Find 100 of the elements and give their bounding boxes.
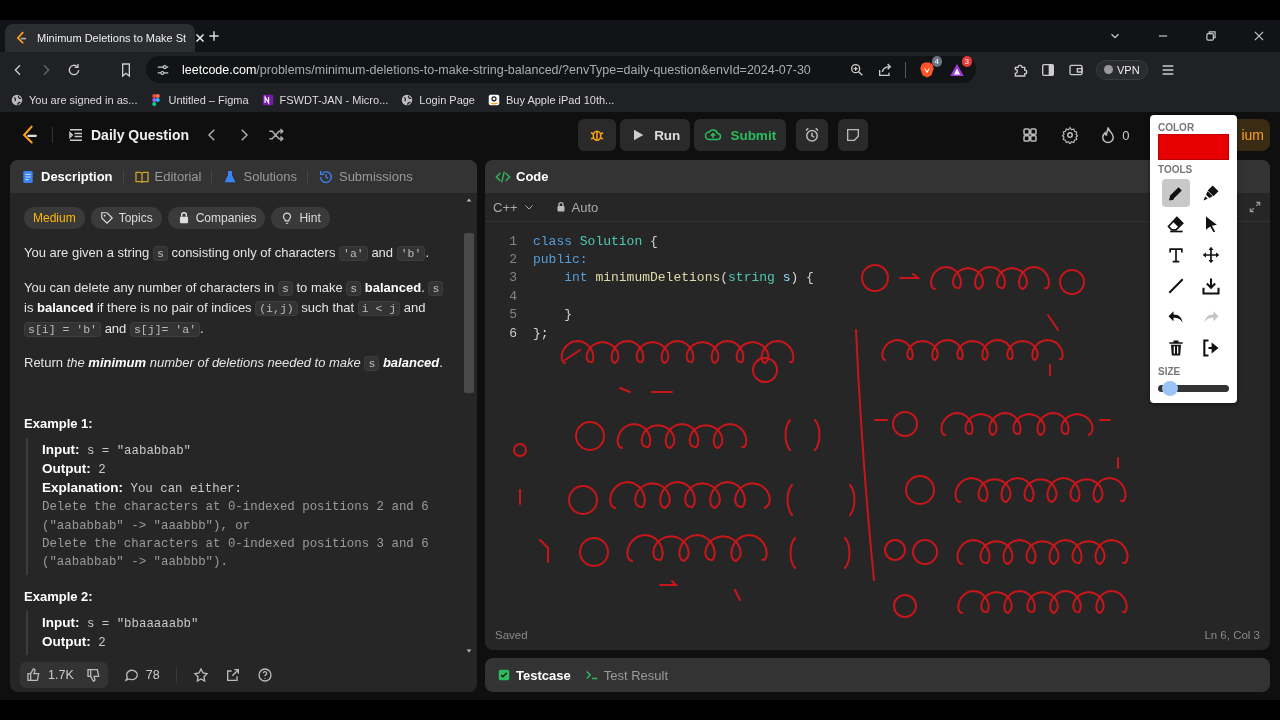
panel-tab[interactable]: Submissions xyxy=(317,168,413,185)
line-icon xyxy=(1166,276,1186,296)
notification-badge: 4 xyxy=(931,55,942,67)
code-line: public: xyxy=(533,252,588,268)
tag-button[interactable]: Companies xyxy=(167,207,266,229)
close-icon[interactable] xyxy=(1252,29,1266,43)
expand-icon[interactable] xyxy=(1248,200,1262,214)
code-tab[interactable]: Code xyxy=(495,168,549,185)
scroll-up-icon[interactable] xyxy=(465,196,473,204)
site-settings-icon[interactable] xyxy=(156,62,170,77)
paragraph: You are given a string s consisting only of characters 'a' and 'b' . xyxy=(24,244,431,263)
console-tab[interactable]: Testcase xyxy=(497,667,571,683)
size-slider[interactable] xyxy=(1158,381,1229,395)
bookmark[interactable]: You are signed in as... xyxy=(10,92,138,107)
comments-button[interactable]: 78 xyxy=(123,667,160,683)
line-number: 3 xyxy=(508,270,518,286)
slider-thumb[interactable] xyxy=(1161,380,1178,396)
zoom-icon[interactable] xyxy=(849,61,865,78)
section-label: SIZE xyxy=(1158,366,1182,377)
color-swatch[interactable] xyxy=(1158,134,1229,160)
run-button[interactable]: Run xyxy=(620,119,691,151)
example-line: ("aababbab" -> "aaabbb"), or xyxy=(42,517,252,535)
checkbox-icon xyxy=(497,668,511,682)
close-icon[interactable] xyxy=(194,32,207,44)
globe-icon xyxy=(400,92,415,107)
bookmark[interactable]: Untitled – Figma xyxy=(149,92,249,107)
help-icon[interactable] xyxy=(256,667,273,683)
paragraph: Return the minimum number of deletions needed to make s balanced. xyxy=(24,354,444,373)
scrollbar-thumb[interactable] xyxy=(464,233,474,393)
debug-button[interactable] xyxy=(578,119,617,151)
new-tab-icon[interactable] xyxy=(207,29,221,43)
move-icon xyxy=(1201,245,1221,265)
paragraph: You can delete any number of characters in s to make s balanced. s is balanced if there is no pair of indices (i,j) such that i < j and s[i] = 'b' and s[j]= 'a' . xyxy=(24,277,447,339)
tag-button[interactable]: Topics xyxy=(90,207,162,229)
code-line: } xyxy=(563,307,572,323)
store-icon xyxy=(487,92,501,107)
example-line: Explanation: You can either: xyxy=(42,479,243,499)
globe-icon xyxy=(10,92,24,107)
settings-icon[interactable] xyxy=(1061,126,1080,144)
section-label: TOOLS xyxy=(1158,164,1194,175)
history-icon xyxy=(317,168,334,185)
address-bar[interactable]: leetcode.com/problems/minimum-deletions-to-make-string-balanced/?envType=daily-question&envId=2024-07-30 4 3 xyxy=(146,56,976,83)
panel-tab[interactable]: Description xyxy=(20,168,113,185)
reload-icon[interactable] xyxy=(66,61,82,78)
problem-list-link[interactable]: Daily Question xyxy=(91,127,190,143)
console-tab[interactable]: Test Result xyxy=(584,667,668,683)
section-label: COLOR xyxy=(1158,122,1196,133)
shuffle-icon[interactable] xyxy=(267,126,286,144)
tag-icon xyxy=(99,211,114,225)
code-line: }; xyxy=(533,325,549,341)
line-number: 6 xyxy=(508,325,518,341)
difficulty-tag[interactable]: Medium xyxy=(24,207,85,229)
note-icon xyxy=(845,127,862,143)
notification-badge: 3 xyxy=(961,55,972,67)
vpn-button[interactable]: VPN xyxy=(1096,59,1148,80)
line-number: 4 xyxy=(508,288,518,304)
download-icon xyxy=(1201,276,1221,296)
notes-button[interactable] xyxy=(838,119,869,151)
speech-bubble-icon xyxy=(123,667,140,683)
save-status: Saved xyxy=(495,629,528,641)
external-link-icon[interactable] xyxy=(224,667,241,683)
restore-icon[interactable] xyxy=(1204,29,1218,43)
auto-mode-label[interactable]: Auto xyxy=(554,199,599,215)
example-heading: Example 2: xyxy=(24,588,94,604)
share-icon[interactable] xyxy=(877,61,893,78)
timer-button[interactable] xyxy=(796,119,829,151)
example-line: Input: s = "bbaaaaabb" xyxy=(42,613,200,633)
sidebar-icon[interactable] xyxy=(1040,61,1056,78)
panel-tab[interactable]: Editorial xyxy=(133,168,202,185)
streak-counter[interactable]: 0 xyxy=(1099,126,1130,144)
eraser-icon xyxy=(1166,214,1186,234)
language-dropdown[interactable]: C++ xyxy=(493,199,535,215)
bookmark[interactable]: Login Page xyxy=(400,92,475,107)
code-line: int minimumDeletions(string s) { xyxy=(563,270,814,286)
example-line: Delete the characters at 0-indexed positions 2 and 6 xyxy=(42,499,430,517)
cursor-position: Ln 6, Col 3 xyxy=(1204,629,1260,641)
notebook-icon xyxy=(260,92,275,107)
layout-icon[interactable] xyxy=(1021,126,1040,144)
lion-icon[interactable] xyxy=(918,60,936,79)
list-icon[interactable] xyxy=(67,126,85,144)
example-line: Delete the characters at 0-indexed positions 3 and 6 xyxy=(42,536,430,553)
tag-button[interactable]: Hint xyxy=(271,207,330,229)
line-number: 2 xyxy=(508,252,518,268)
bookmark[interactable]: Buy Apple iPad 10th... xyxy=(487,92,615,107)
marker-icon xyxy=(1201,183,1221,203)
logo-icon[interactable] xyxy=(20,125,40,145)
trash-icon xyxy=(1166,338,1186,358)
bookmark[interactable]: FSWDT-JAN - Micro... xyxy=(260,92,389,107)
example-line: Input: s = "aababbab" xyxy=(42,440,193,460)
address-text: leetcode.com/problems/minimum-deletions-to-make-string-balanced/?envType=daily-question&envId=2024-07-30 xyxy=(182,62,811,77)
line-number: 1 xyxy=(508,233,518,249)
example-line: Output: 2 xyxy=(42,459,107,479)
scroll-down-icon[interactable] xyxy=(465,647,473,655)
premium-button[interactable]: ium xyxy=(1237,119,1270,151)
panel-tab[interactable]: Solutions xyxy=(222,168,297,185)
submit-button[interactable]: Submit xyxy=(694,119,787,151)
line-number: 5 xyxy=(508,307,518,323)
logo-icon xyxy=(15,31,29,45)
star-icon[interactable] xyxy=(192,667,209,683)
tool-button[interactable] xyxy=(1162,179,1190,207)
